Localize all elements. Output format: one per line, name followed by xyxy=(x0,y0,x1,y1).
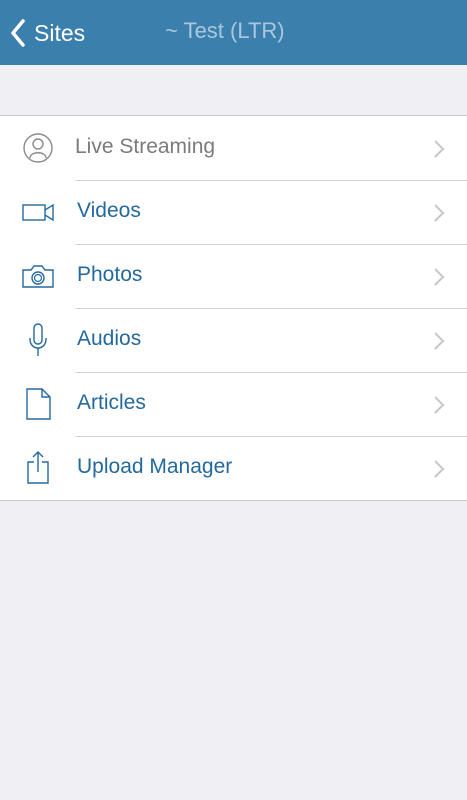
back-button[interactable]: Sites xyxy=(10,13,85,53)
back-button-label: Sites xyxy=(34,19,86,46)
chevron-right-icon xyxy=(433,139,445,159)
menu-item-label: Articles xyxy=(77,391,146,414)
menu-item-articles[interactable]: Articles xyxy=(0,372,467,436)
menu-item-upload-manager[interactable]: Upload Manager xyxy=(0,436,467,500)
document-icon xyxy=(20,386,56,422)
menu-item-videos[interactable]: Videos xyxy=(0,180,467,244)
menu-item-label: Audios xyxy=(77,327,142,350)
chevron-right-icon xyxy=(433,395,445,415)
menu-item-label: Videos xyxy=(77,199,141,222)
share-upload-icon xyxy=(20,450,56,486)
page-title: ~ Test (LTR) xyxy=(165,18,285,43)
menu-item-label: Live Streaming xyxy=(75,135,216,158)
menu-item-label: Photos xyxy=(77,263,143,286)
camera-icon xyxy=(20,258,56,294)
menu-item-live-streaming[interactable]: Live Streaming xyxy=(0,116,467,180)
menu-item-audios[interactable]: Audios xyxy=(0,308,467,372)
microphone-icon xyxy=(20,322,56,358)
video-camera-icon xyxy=(20,194,56,230)
chevron-right-icon xyxy=(433,459,445,479)
chevron-left-icon xyxy=(10,19,26,47)
user-circle-icon xyxy=(20,130,56,166)
menu-list: Live Streaming Videos Photos Audios Arti… xyxy=(0,115,467,501)
chevron-right-icon xyxy=(433,331,445,351)
menu-item-photos[interactable]: Photos xyxy=(0,244,467,308)
chevron-right-icon xyxy=(433,203,445,223)
chevron-right-icon xyxy=(433,267,445,287)
menu-item-label: Upload Manager xyxy=(77,455,233,478)
navigation-bar: Sites ~ Test (LTR) xyxy=(0,0,467,65)
